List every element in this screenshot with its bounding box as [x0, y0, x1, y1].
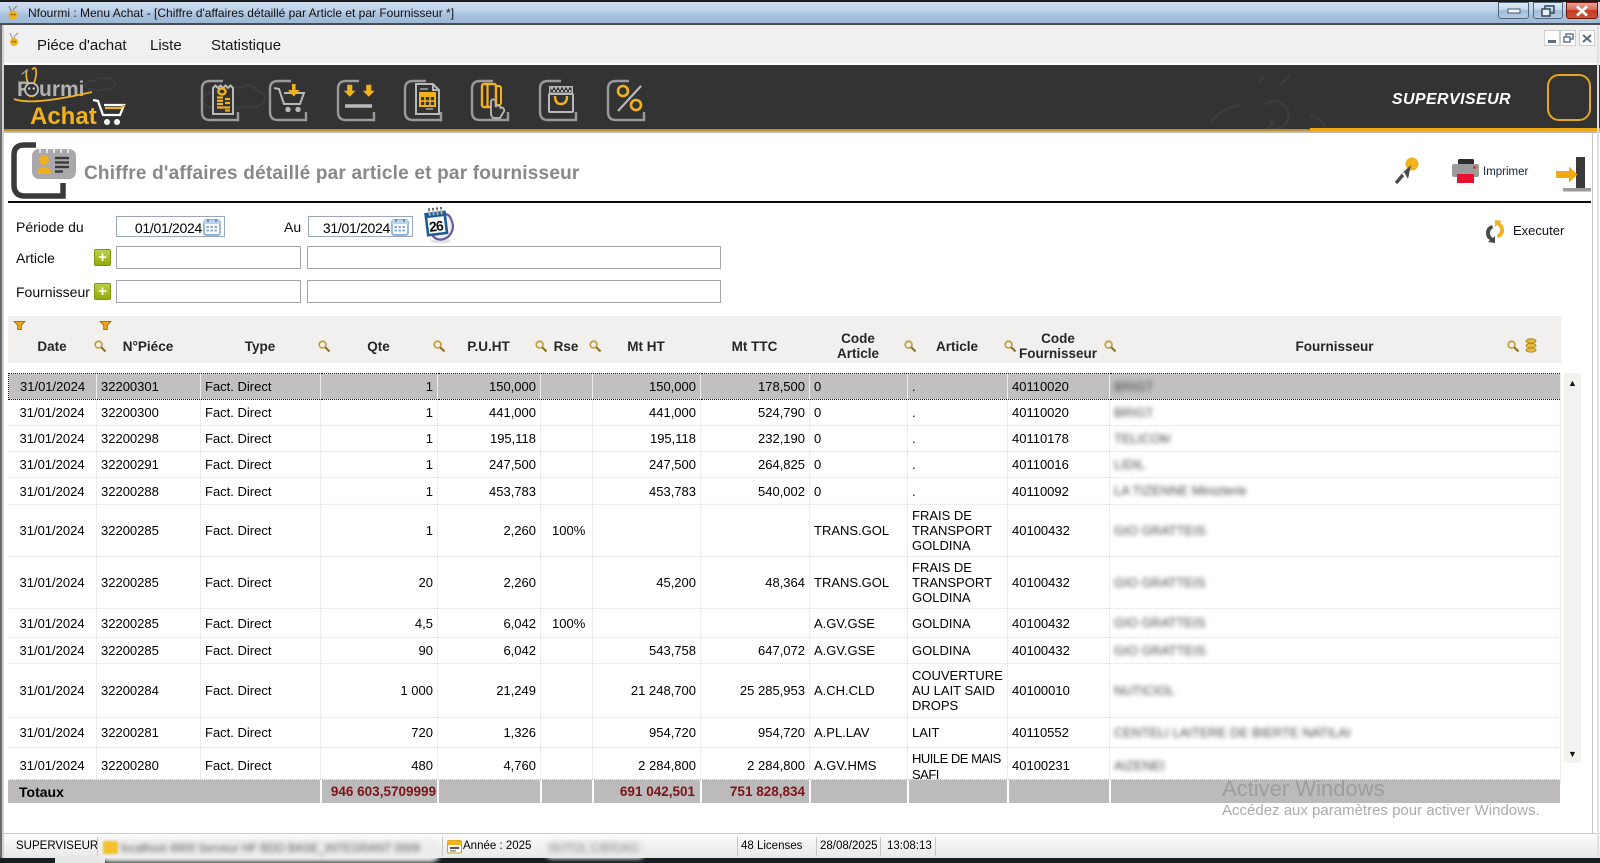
svg-text:Achat: Achat [30, 103, 97, 130]
